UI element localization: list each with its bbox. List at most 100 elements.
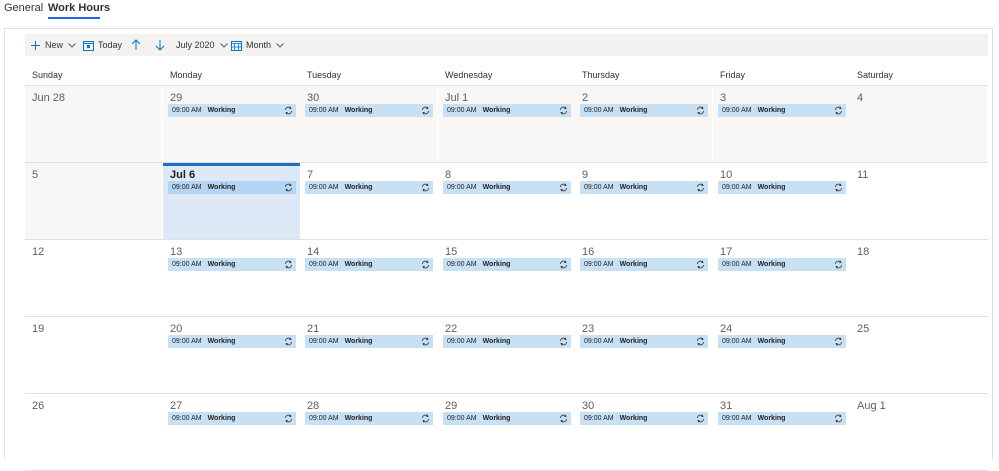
work-hours-event[interactable]: 09:00 AM Working (305, 335, 433, 348)
tab-work-hours[interactable]: Work Hours (48, 2, 110, 14)
new-button[interactable]: New (30, 34, 76, 56)
recurring-icon (284, 414, 293, 425)
work-hours-event[interactable]: 09:00 AM Working (718, 412, 846, 425)
day-cell[interactable]: 25 (850, 317, 987, 393)
event-label: Working (619, 107, 648, 114)
day-number: 24 (720, 323, 733, 335)
event-label: Working (757, 415, 786, 422)
day-cell[interactable]: Jul 1 09:00 AM Working (438, 86, 575, 162)
recurring-icon (696, 260, 705, 271)
arrow-down-icon (155, 39, 165, 51)
day-number: 31 (720, 400, 733, 412)
event-time: 09:00 AM (309, 107, 339, 114)
day-cell[interactable]: 24 09:00 AM Working (713, 317, 850, 393)
work-hours-event[interactable]: 09:00 AM Working (305, 104, 433, 117)
event-label: Working (207, 107, 236, 114)
day-cell[interactable]: 19 (25, 317, 162, 393)
work-hours-event[interactable]: 09:00 AM Working (305, 412, 433, 425)
day-cell[interactable]: 11 (850, 163, 987, 239)
day-cell[interactable]: 18 (850, 240, 987, 316)
day-cell[interactable]: 20 09:00 AM Working (163, 317, 300, 393)
recurring-icon (559, 106, 568, 117)
work-hours-event[interactable]: 09:00 AM Working (443, 104, 571, 117)
work-hours-event[interactable]: 09:00 AM Working (580, 181, 708, 194)
day-cell[interactable]: 4 (850, 86, 987, 162)
day-cell[interactable]: 22 09:00 AM Working (438, 317, 575, 393)
work-hours-event[interactable]: 09:00 AM Working (718, 181, 846, 194)
day-cell[interactable]: 9 09:00 AM Working (575, 163, 712, 239)
day-cell[interactable]: 16 09:00 AM Working (575, 240, 712, 316)
work-hours-event[interactable]: 09:00 AM Working (580, 258, 708, 271)
event-time: 09:00 AM (722, 261, 752, 268)
calendar-view-icon (231, 40, 242, 51)
view-picker[interactable]: Month (231, 34, 284, 56)
work-hours-event[interactable]: 09:00 AM Working (168, 181, 296, 194)
work-hours-event[interactable]: 09:00 AM Working (580, 335, 708, 348)
event-label: Working (757, 107, 786, 114)
day-cell[interactable]: 2 09:00 AM Working (575, 86, 712, 162)
day-cell[interactable]: 7 09:00 AM Working (300, 163, 437, 239)
day-cell[interactable]: 13 09:00 AM Working (163, 240, 300, 316)
day-cell[interactable]: 14 09:00 AM Working (300, 240, 437, 316)
event-label: Working (207, 338, 236, 345)
day-cell[interactable]: 15 09:00 AM Working (438, 240, 575, 316)
work-hours-event[interactable]: 09:00 AM Working (443, 258, 571, 271)
work-hours-event[interactable]: 09:00 AM Working (443, 412, 571, 425)
work-hours-event[interactable]: 09:00 AM Working (168, 335, 296, 348)
day-cell[interactable]: 12 (25, 240, 162, 316)
day-cell[interactable]: 17 09:00 AM Working (713, 240, 850, 316)
recurring-icon (421, 414, 430, 425)
day-cell[interactable]: 5 (25, 163, 162, 239)
next-period-button[interactable] (155, 34, 165, 56)
work-hours-event[interactable]: 09:00 AM Working (718, 335, 846, 348)
tab-general[interactable]: General (4, 2, 43, 14)
day-cell[interactable]: 21 09:00 AM Working (300, 317, 437, 393)
work-hours-event[interactable]: 09:00 AM Working (305, 181, 433, 194)
period-picker[interactable]: July 2020 (176, 34, 228, 56)
work-hours-event[interactable]: 09:00 AM Working (443, 335, 571, 348)
day-number: Jul 6 (170, 169, 196, 181)
event-time: 09:00 AM (722, 107, 752, 114)
work-hours-event[interactable]: 09:00 AM Working (168, 104, 296, 117)
work-hours-event[interactable]: 09:00 AM Working (305, 258, 433, 271)
day-number: 5 (32, 169, 39, 181)
weekday-header: Sunday Monday Tuesday Wednesday Thursday Frid… (25, 61, 988, 86)
day-number: 7 (307, 169, 314, 181)
day-cell[interactable]: Jun 28 (25, 86, 162, 162)
work-hours-event[interactable]: 09:00 AM Working (718, 104, 846, 117)
day-cell[interactable]: 30 09:00 AM Working (300, 86, 437, 162)
today-button[interactable]: Today (83, 34, 122, 56)
day-cell-today[interactable]: Jul 6 09:00 AM Working (163, 163, 300, 239)
day-cell[interactable]: 23 09:00 AM Working (575, 317, 712, 393)
event-label: Working (482, 261, 511, 268)
work-hours-event[interactable]: 09:00 AM Working (580, 412, 708, 425)
work-hours-event[interactable]: 09:00 AM Working (580, 104, 708, 117)
event-label: Working (344, 261, 373, 268)
event-label: Working (619, 261, 648, 268)
month-calendar: Sunday Monday Tuesday Wednesday Thursday Frid… (25, 61, 988, 471)
event-time: 09:00 AM (722, 184, 752, 191)
previous-period-button[interactable] (131, 34, 141, 56)
new-button-label: New (45, 40, 64, 50)
event-label: Working (482, 107, 511, 114)
work-hours-event[interactable]: 09:00 AM Working (718, 258, 846, 271)
work-hours-event[interactable]: 09:00 AM Working (443, 181, 571, 194)
day-number: Jul 1 (445, 92, 469, 104)
day-cell[interactable]: 8 09:00 AM Working (438, 163, 575, 239)
calendar-today-icon (83, 40, 94, 51)
event-label: Working (757, 261, 786, 268)
day-number: 25 (857, 323, 870, 335)
day-cell[interactable]: 29 09:00 AM Working (163, 86, 300, 162)
work-hours-panel: New Today July 2020 Month Sunday Monday … (4, 28, 993, 471)
event-label: Working (207, 415, 236, 422)
work-hours-event[interactable]: 09:00 AM Working (168, 412, 296, 425)
event-time: 09:00 AM (447, 184, 477, 191)
work-hours-event[interactable]: 09:00 AM Working (168, 258, 296, 271)
today-button-label: Today (98, 40, 123, 50)
recurring-icon (834, 260, 843, 271)
recurring-icon (834, 337, 843, 348)
day-cell[interactable]: 3 09:00 AM Working (713, 86, 850, 162)
day-cell[interactable]: 10 09:00 AM Working (713, 163, 850, 239)
event-time: 09:00 AM (584, 415, 614, 422)
event-time: 09:00 AM (584, 338, 614, 345)
